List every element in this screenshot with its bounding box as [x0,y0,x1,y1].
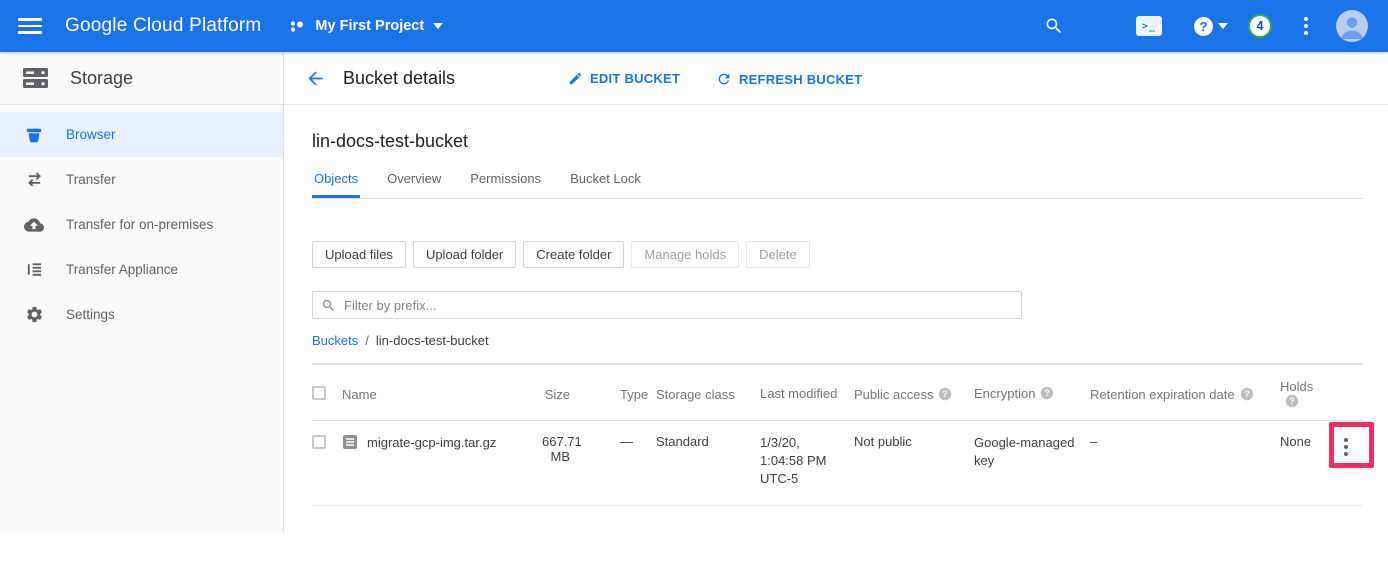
column-header-name[interactable]: Name [342,387,542,402]
sidebar-item-label: Settings [66,307,115,322]
object-name-link[interactable]: migrate-gcp-img.tar.gz [367,435,496,450]
breadcrumb-current: lin-docs-test-bucket [376,333,489,348]
svg-text:?: ? [1289,396,1295,406]
help-icon[interactable]: ? [1285,394,1299,408]
upload-files-button[interactable]: Upload files [312,241,406,268]
breadcrumb-separator: / [365,333,369,348]
edit-bucket-button[interactable]: EDIT BUCKET [568,71,680,86]
object-retention-expiration-date: – [1090,434,1280,449]
sidebar-item-transfer-appliance[interactable]: Transfer Appliance [0,247,283,292]
row-overflow-menu-icon[interactable] [1338,432,1354,462]
sidebar-item-browser[interactable]: Browser [0,112,283,157]
cloud-upload-icon [24,215,44,235]
column-header-storage-class[interactable]: Storage class [656,387,760,402]
main-panel: Bucket details EDIT BUCKET REFRESH BUCKE… [284,52,1388,533]
sidebar: Storage Browser Transfer Transfer for on… [0,52,284,533]
bucket-name-title: lin-docs-test-bucket [312,131,1363,152]
object-toolbar: Upload files Upload folder Create folder… [312,241,1363,268]
project-icon [289,18,306,35]
person-icon [1336,10,1368,42]
breadcrumb: Buckets / lin-docs-test-bucket [312,333,1363,348]
filter-input[interactable] [344,298,1013,313]
upload-folder-button[interactable]: Upload folder [413,241,516,268]
sidebar-title: Storage [70,68,133,89]
column-header-last-modified[interactable]: Last modified [760,385,854,403]
refresh-bucket-button[interactable]: REFRESH BUCKET [716,71,862,87]
appliance-list-icon [24,260,44,279]
column-header-retention-expiration-date[interactable]: Retention expiration date? [1090,387,1280,402]
column-header-public-access[interactable]: Public access? [854,387,974,402]
delete-button[interactable]: Delete [746,241,810,268]
sidebar-header: Storage [0,52,283,105]
tab-permissions[interactable]: Permissions [468,167,543,198]
filter-input-container [312,291,1022,319]
avatar[interactable] [1336,10,1368,42]
svg-text:?: ? [1244,389,1250,399]
sidebar-item-settings[interactable]: Settings [0,292,283,337]
row-checkbox[interactable] [312,435,326,449]
tab-objects[interactable]: Objects [312,167,360,198]
search-icon [321,298,336,313]
tab-bucket-lock[interactable]: Bucket Lock [568,167,643,198]
object-storage-class: Standard [656,434,760,449]
transfer-arrows-icon [24,170,44,189]
file-icon [342,434,358,450]
menu-icon[interactable] [18,14,42,38]
help-icon[interactable]: ? [1240,387,1254,401]
gear-icon [24,305,44,324]
refresh-icon [716,71,732,87]
manage-holds-button[interactable]: Manage holds [631,241,739,268]
tab-overview[interactable]: Overview [385,167,443,198]
create-folder-button[interactable]: Create folder [523,241,624,268]
svg-text:?: ? [1045,388,1051,398]
back-arrow-icon[interactable] [305,68,326,94]
storage-logo-icon [22,66,49,90]
table-row: migrate-gcp-img.tar.gz 667.71 MB — Stand… [312,421,1363,506]
cloud-shell-icon[interactable]: >_ [1136,16,1162,36]
bucket-tabs: Objects Overview Permissions Bucket Lock [312,167,1363,199]
object-holds: None [1280,434,1338,449]
search-icon[interactable] [1044,16,1064,36]
column-header-holds[interactable]: Holds? [1280,379,1338,409]
column-header-encryption[interactable]: Encryption? [974,385,1090,403]
sidebar-item-label: Transfer [66,172,116,187]
sidebar-item-transfer-on-premises[interactable]: Transfer for on-premises [0,202,283,247]
page-title: Bucket details [343,68,455,89]
chevron-down-icon [1218,23,1228,29]
page-header: Bucket details EDIT BUCKET REFRESH BUCKE… [284,52,1388,105]
sidebar-item-label: Browser [66,127,116,142]
sidebar-item-transfer[interactable]: Transfer [0,157,283,202]
project-name: My First Project [315,18,424,34]
column-header-size[interactable]: Size [542,387,578,402]
table-header-row: Name Size Type Storage class Last modifi… [312,365,1363,421]
chevron-down-icon [433,23,443,29]
object-encryption: Google-managed key [974,434,1090,470]
pencil-icon [568,71,583,86]
object-last-modified: 1/3/20, 1:04:58 PM UTC-5 [760,434,854,488]
breadcrumb-buckets-link[interactable]: Buckets [312,333,358,348]
object-public-access: Not public [854,434,974,449]
help-menu[interactable]: ? [1194,17,1228,36]
bucket-icon [24,126,44,144]
object-size: 667.71 MB [542,434,578,464]
sidebar-nav: Browser Transfer Transfer for on-premise… [0,105,283,337]
project-selector[interactable]: My First Project [289,18,443,35]
help-icon[interactable]: ? [938,387,952,401]
notifications-badge[interactable]: 4 [1248,14,1272,38]
overflow-menu-icon[interactable] [1300,13,1312,39]
svg-text:?: ? [943,389,949,399]
object-type: — [606,434,656,449]
brand-logo[interactable]: Google Cloud Platform [65,15,261,37]
sidebar-item-label: Transfer for on-premises [66,217,213,232]
help-icon[interactable]: ? [1040,386,1054,400]
select-all-checkbox[interactable] [312,386,326,400]
help-icon: ? [1194,17,1213,36]
objects-table: Name Size Type Storage class Last modifi… [312,363,1363,506]
sidebar-item-label: Transfer Appliance [66,262,178,277]
column-header-type[interactable]: Type [606,387,656,402]
top-navigation-bar: Google Cloud Platform My First Project >… [0,0,1388,52]
